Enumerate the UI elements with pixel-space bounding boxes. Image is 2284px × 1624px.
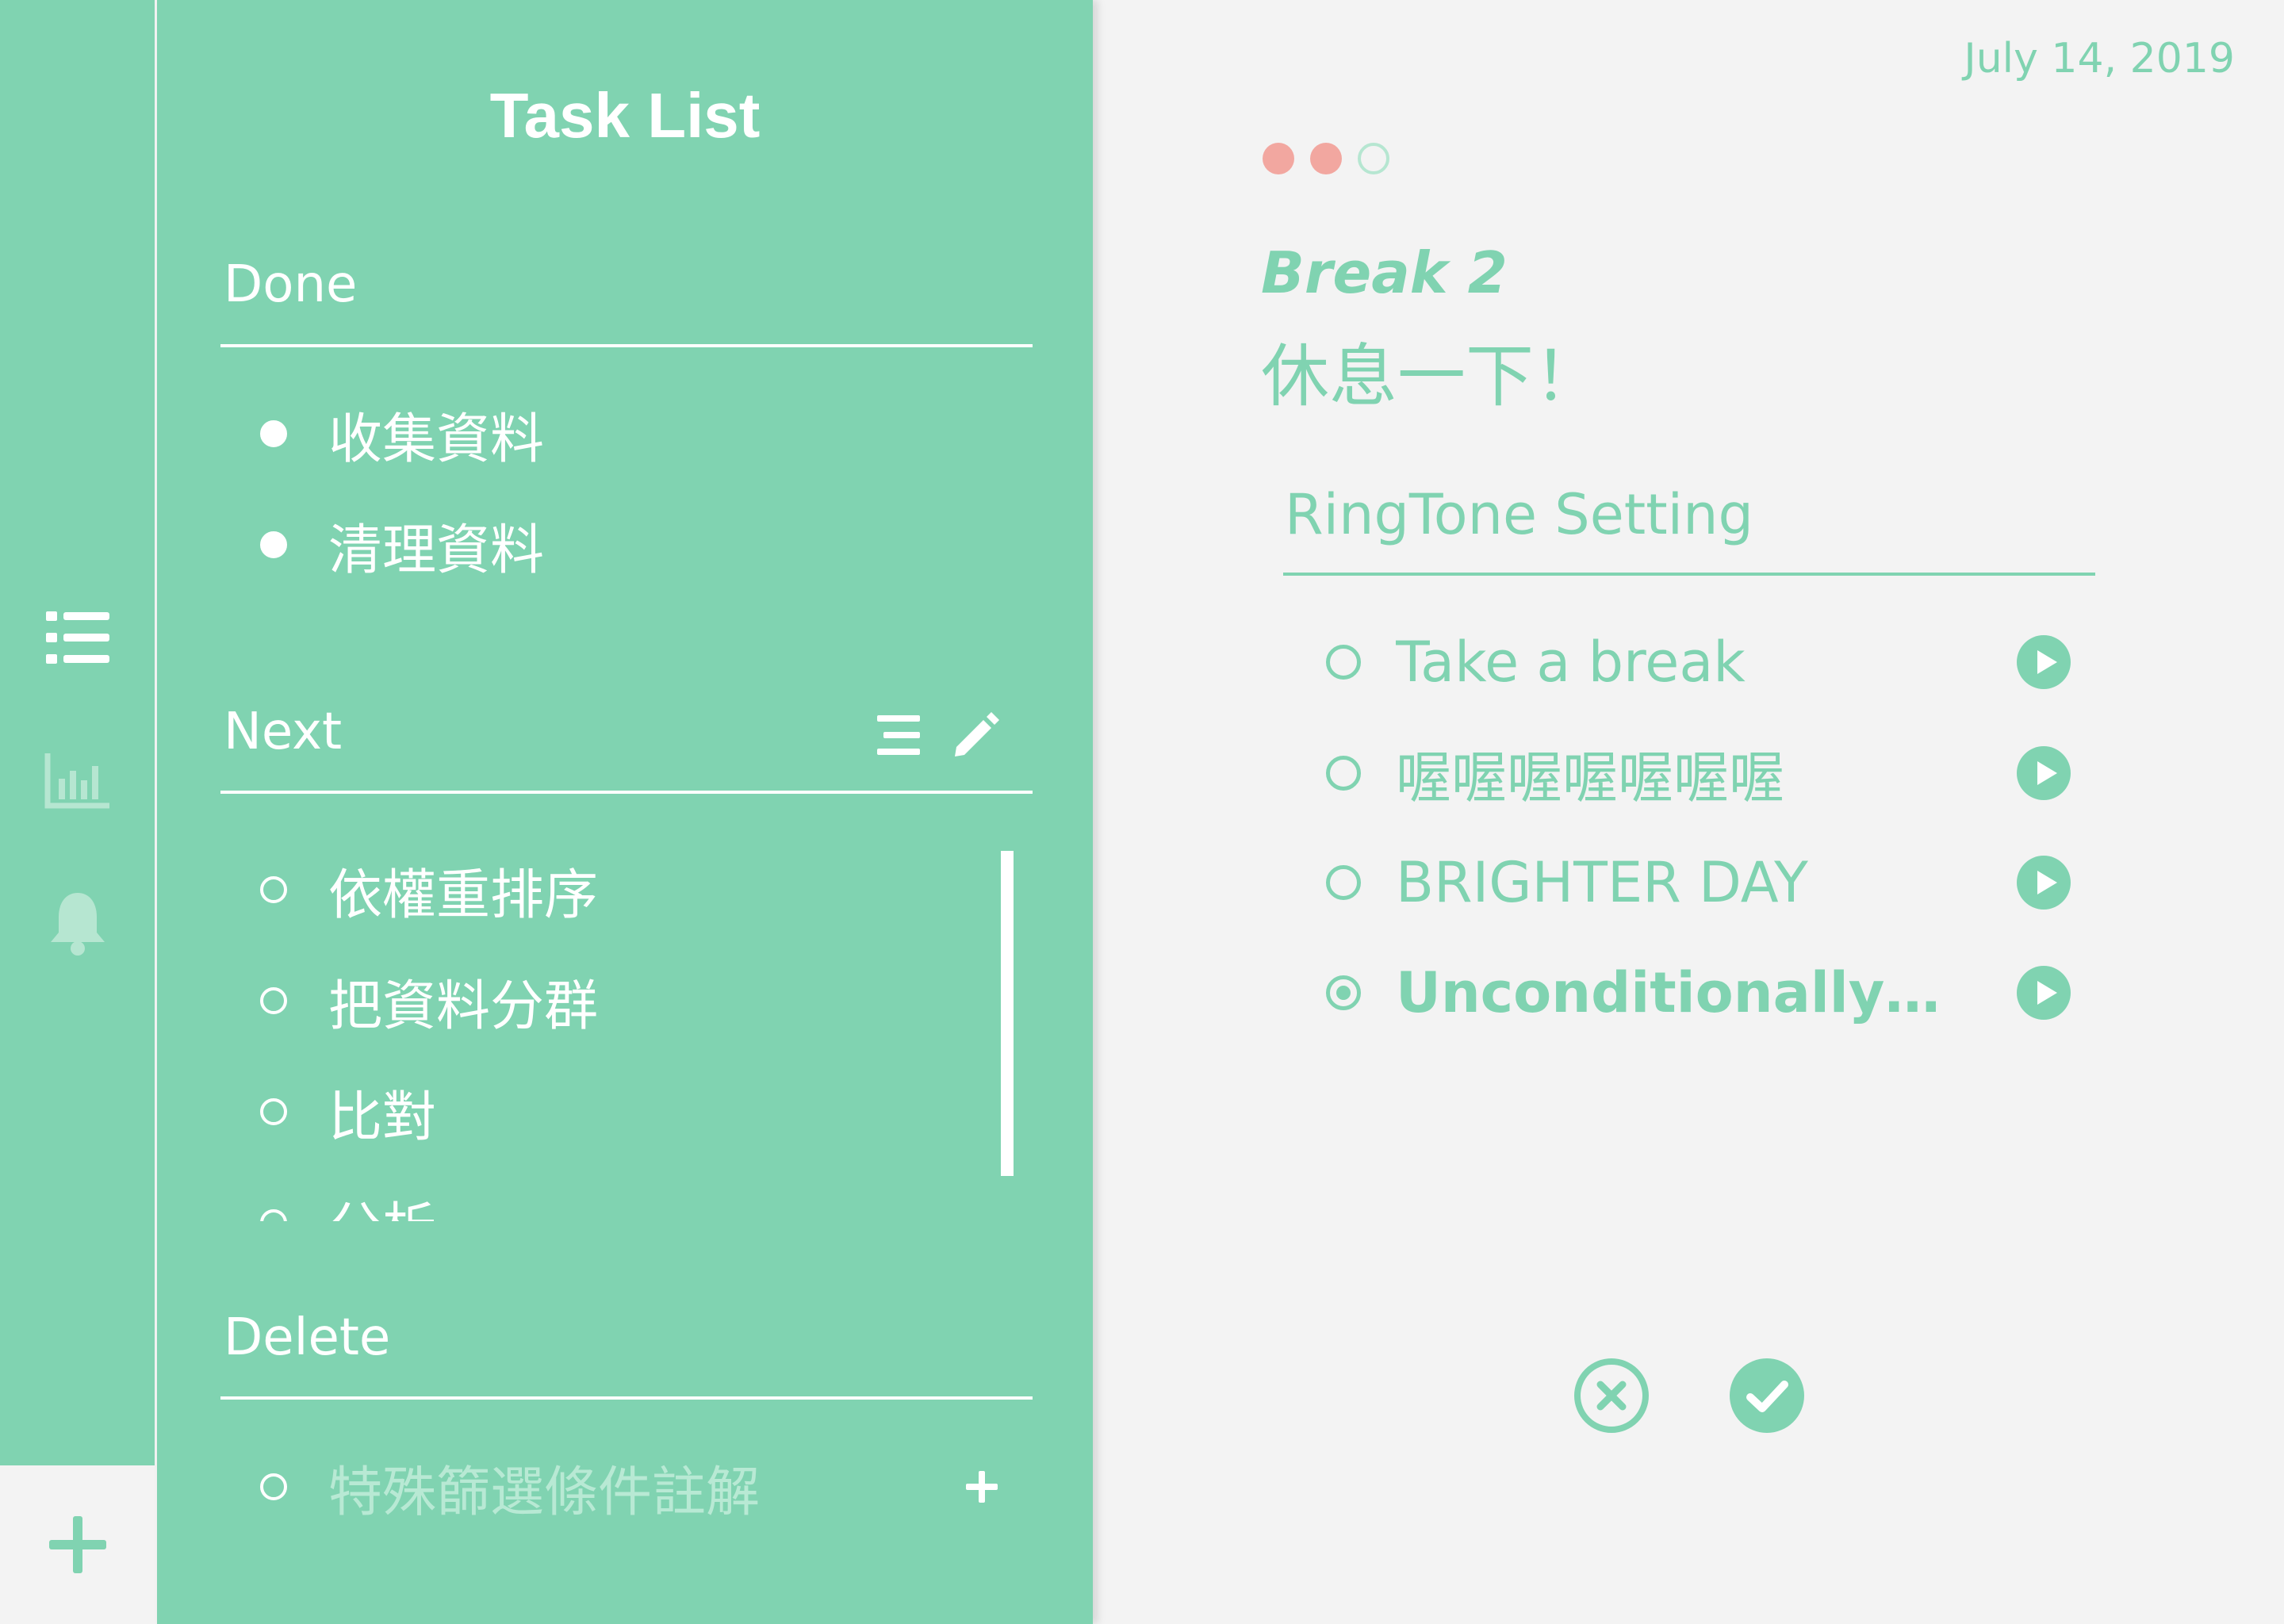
bullet-empty-icon xyxy=(260,1098,287,1125)
new-filter-field[interactable]: 特殊篩選條件註解 xyxy=(260,1447,760,1526)
break-title: Break 2 xyxy=(1261,239,1508,306)
next-item[interactable]: 分析 xyxy=(260,1183,436,1221)
pencil-icon[interactable] xyxy=(948,707,1004,763)
play-icon[interactable] xyxy=(2016,965,2071,1021)
filter-placeholder: 特殊篩選條件註解 xyxy=(328,1461,761,1524)
divider xyxy=(1283,573,2095,576)
bullet-empty-icon xyxy=(260,1473,287,1500)
ringtone-label: 喔喔喔喔喔喔喔 xyxy=(1396,745,1784,810)
play-icon[interactable] xyxy=(2016,745,2071,801)
bullet-empty-icon xyxy=(260,1209,287,1221)
ringtone-label: Take a break xyxy=(1396,630,1746,695)
page-dot-3[interactable] xyxy=(1358,143,1389,174)
break-subtitle: 休息一下！ xyxy=(1261,337,1602,416)
next-item[interactable]: 比對 xyxy=(260,1072,436,1151)
page-title: Task List xyxy=(489,80,761,151)
icon-rail xyxy=(0,0,155,1465)
plus-icon[interactable] xyxy=(954,1459,1010,1515)
task-label: 清理資料 xyxy=(328,519,545,582)
radio-button[interactable] xyxy=(1326,865,1361,900)
ringtone-option[interactable]: Take a break xyxy=(1326,619,2071,706)
radio-button[interactable] xyxy=(1326,756,1361,791)
ringtone-option[interactable]: 喔喔喔喔喔喔喔 xyxy=(1326,730,2071,817)
bullet-empty-icon xyxy=(260,987,287,1014)
bullet-empty-icon xyxy=(260,876,287,903)
done-item[interactable]: 收集資料 xyxy=(260,394,544,473)
ringtone-option-selected[interactable]: Unconditionally-K... xyxy=(1326,949,2071,1036)
task-label: 收集資料 xyxy=(328,408,545,471)
add-button[interactable] xyxy=(0,1465,155,1624)
bullet-filled-icon xyxy=(260,531,287,558)
ringtone-section-title: RingTone Setting xyxy=(1285,482,1753,547)
ringtone-option[interactable]: BRIGHTER DAY xyxy=(1326,839,2071,926)
play-icon[interactable] xyxy=(2016,855,2071,910)
divider xyxy=(220,1396,1033,1400)
section-title-delete: Delete xyxy=(224,1308,391,1367)
divider xyxy=(220,344,1033,347)
check-circle-icon[interactable] xyxy=(1729,1358,1805,1434)
radio-button-selected[interactable] xyxy=(1326,975,1361,1010)
done-item[interactable]: 清理資料 xyxy=(260,505,544,584)
task-label: 分析 xyxy=(328,1184,436,1222)
play-icon[interactable] xyxy=(2016,634,2071,690)
next-item[interactable]: 依權重排序 xyxy=(260,850,598,929)
ringtone-label: BRIGHTER DAY xyxy=(1396,850,1808,915)
radio-button[interactable] xyxy=(1326,645,1361,680)
next-item[interactable]: 把資料分群 xyxy=(260,961,598,1040)
bullet-filled-icon xyxy=(260,420,287,447)
section-title-next: Next xyxy=(224,703,343,761)
task-label: 依權重排序 xyxy=(328,864,599,927)
ringtone-label: Unconditionally-K... xyxy=(1396,960,1951,1025)
section-title-done: Done xyxy=(224,255,358,314)
page-dot-2[interactable] xyxy=(1310,143,1342,174)
page-dot-1[interactable] xyxy=(1263,143,1294,174)
date-label: July 14, 2019 xyxy=(1964,35,2235,82)
close-circle-icon[interactable] xyxy=(1573,1358,1650,1434)
next-list: 依權重排序 把資料分群 比對 分析 xyxy=(157,841,1093,1221)
scrollbar[interactable] xyxy=(1001,851,1014,1176)
task-label: 把資料分群 xyxy=(328,975,599,1038)
list-icon[interactable] xyxy=(38,598,117,677)
sort-icon[interactable] xyxy=(871,707,926,763)
task-list-panel: Task List Done 收集資料 清理資料 Next 依權重排序 把資料分 xyxy=(157,0,1093,1624)
bell-icon[interactable] xyxy=(38,883,117,963)
task-label: 比對 xyxy=(328,1086,437,1149)
plus-icon xyxy=(48,1516,106,1573)
divider xyxy=(220,791,1033,794)
bar-chart-icon[interactable] xyxy=(38,741,117,820)
